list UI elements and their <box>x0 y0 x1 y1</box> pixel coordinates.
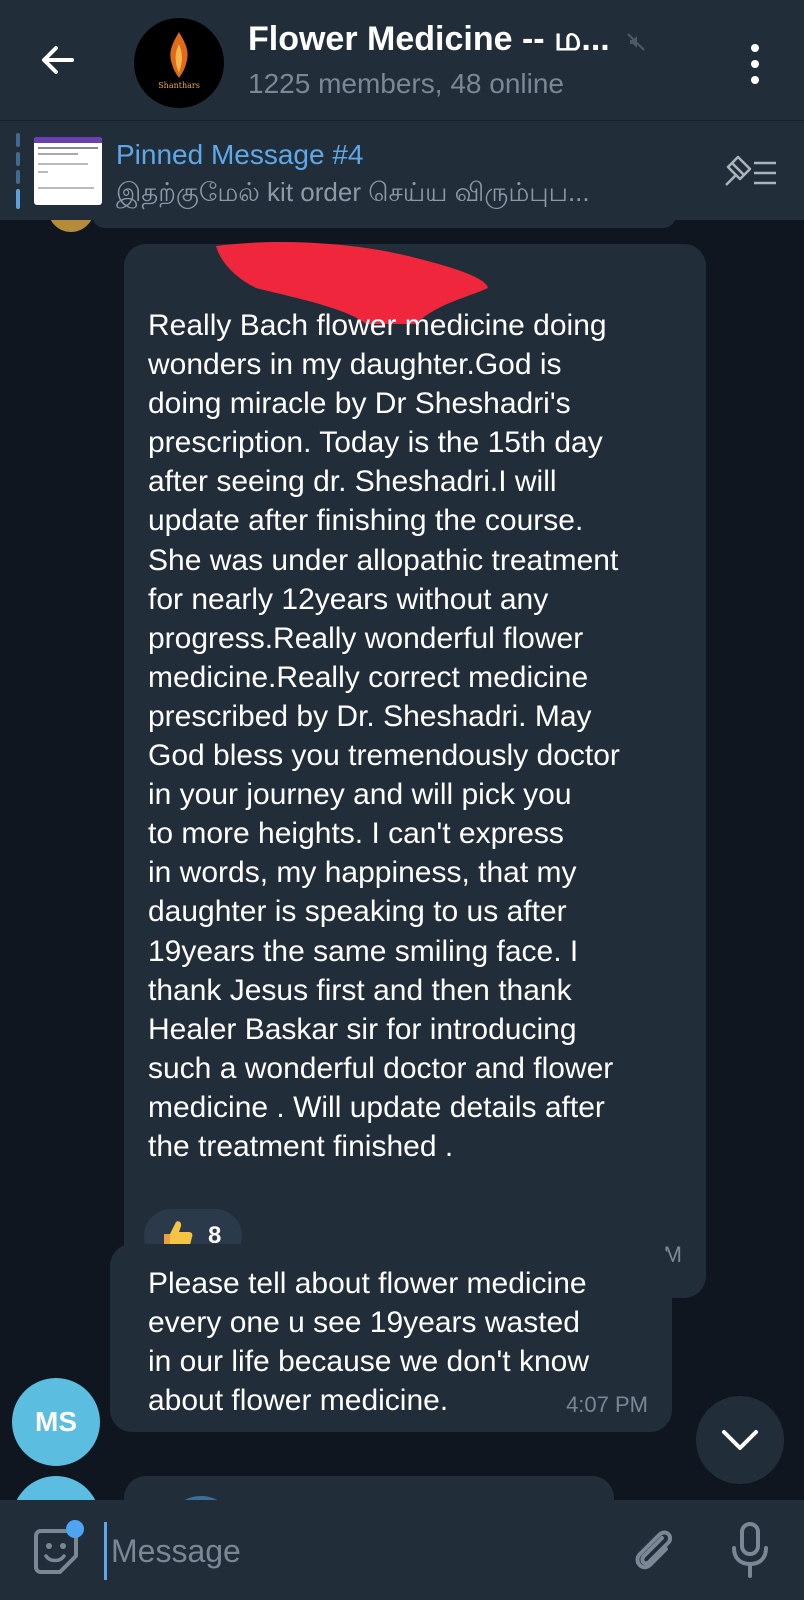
svg-text:Shanthars: Shanthars <box>158 81 200 90</box>
pin-indicator-segment <box>16 170 20 185</box>
message-bubble[interactable]: Really Bach flower medicine doing wonder… <box>124 242 706 1298</box>
document-thumbnail-icon <box>34 137 102 189</box>
pinned-indicator <box>16 133 20 209</box>
paperclip-icon[interactable] <box>628 1524 680 1576</box>
chevron-down-icon <box>722 1430 758 1450</box>
back-button[interactable] <box>30 32 86 88</box>
chat-title[interactable]: Flower Medicine -- ம... <box>248 20 610 63</box>
pinned-list-icon[interactable] <box>722 155 778 191</box>
pinned-preview-text: இதற்குமேல் kit order செய்ய விரும்புப... <box>116 177 590 207</box>
message-composer <box>0 1500 804 1600</box>
microphone-icon[interactable] <box>726 1520 774 1580</box>
dot-icon <box>751 44 759 52</box>
chat-area[interactable]: Really Bach flower medicine doing wonder… <box>0 220 804 1500</box>
message-time: 4:07 PM <box>566 1392 648 1417</box>
previous-message-bubble[interactable] <box>92 220 676 228</box>
dot-icon <box>751 76 759 84</box>
muted-icon <box>627 32 645 51</box>
pin-indicator-segment <box>16 133 20 147</box>
pin-indicator-segment-active <box>16 188 20 209</box>
chat-header: Shanthars Flower Medicine -- ம... 1225 m… <box>0 0 804 120</box>
more-options-button[interactable] <box>735 40 775 88</box>
arrow-left-icon <box>42 46 74 74</box>
title-row: Flower Medicine -- ம... <box>248 20 678 63</box>
flame-logo-icon: Shanthars <box>158 32 200 90</box>
scroll-down-button[interactable] <box>696 1396 784 1484</box>
previous-avatar <box>48 220 94 232</box>
avatar[interactable] <box>12 1476 100 1500</box>
dot-icon <box>751 60 759 68</box>
pinned-message-bar[interactable]: Pinned Message #4 இதற்குமேல் kit order ச… <box>0 120 804 220</box>
member-count: 1225 members, 48 online <box>248 68 564 99</box>
notification-dot <box>66 1520 84 1538</box>
group-avatar[interactable]: Shanthars <box>134 18 224 108</box>
message-input[interactable] <box>104 1522 584 1580</box>
message-text: Really Bach flower medicine doing wonder… <box>148 309 620 1163</box>
next-message-bubble[interactable] <box>124 1476 614 1500</box>
pinned-title: Pinned Message #4 <box>116 139 364 170</box>
pin-indicator-segment <box>16 151 20 166</box>
pinned-thumbnail <box>34 137 102 205</box>
avatar[interactable]: MS <box>12 1378 100 1466</box>
message-bubble[interactable]: Please tell about flower medicine every … <box>110 1244 672 1432</box>
